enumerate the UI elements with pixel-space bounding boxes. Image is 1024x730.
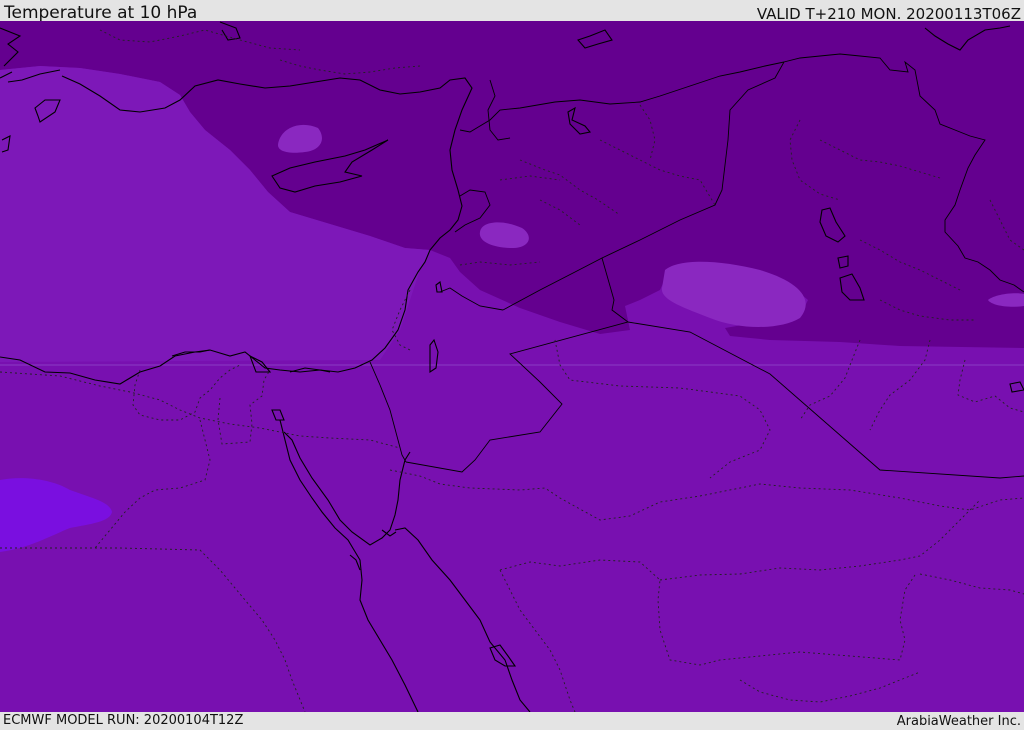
map-title: Temperature at 10 hPa: [4, 3, 198, 23]
model-run-label: ECMWF MODEL RUN: 20200104T12Z: [3, 713, 244, 728]
footer-bar: ECMWF MODEL RUN: 20200104T12Z ArabiaWeat…: [0, 712, 1024, 729]
weather-map[interactable]: [0, 21, 1024, 712]
credit-label: ArabiaWeather Inc.: [896, 714, 1021, 729]
header-bar: Temperature at 10 hPa VALID T+210 MON. 2…: [0, 0, 1024, 23]
